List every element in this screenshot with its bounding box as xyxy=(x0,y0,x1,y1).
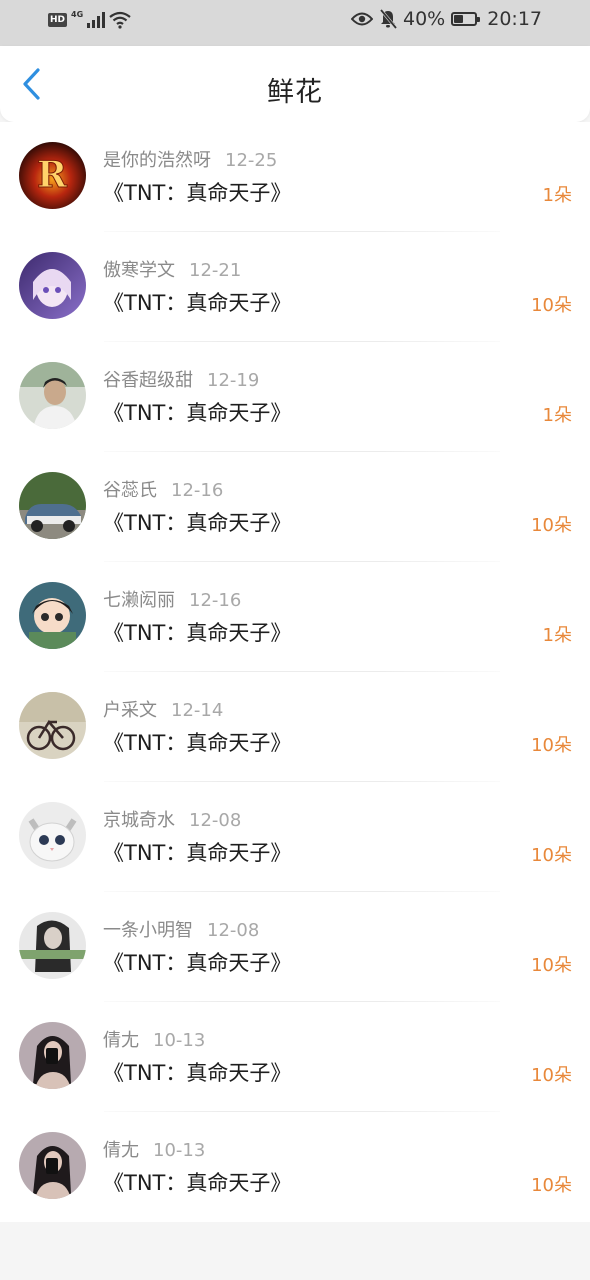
battery-level xyxy=(454,15,464,23)
sender-info: 傲寒学文 12-21 xyxy=(103,256,241,282)
avatar[interactable] xyxy=(19,802,86,869)
avatar[interactable] xyxy=(19,912,86,979)
avatar[interactable] xyxy=(19,252,86,319)
sender-info: 倩尢 10-13 xyxy=(103,1026,205,1052)
flower-count: 10朵 xyxy=(531,735,572,756)
list-item[interactable]: 谷蕊氏 12-16 《TNT：真命天子》 10朵 xyxy=(0,452,590,562)
flower-count: 10朵 xyxy=(531,515,572,536)
book-title[interactable]: 《TNT：真命天子》 xyxy=(103,397,291,427)
sender-info: 一条小明智 12-08 xyxy=(103,916,259,942)
list-item[interactable]: R 是你的浩然呀 12-25 《TNT：真命天子》 1朵 xyxy=(0,122,590,232)
status-right: 40% 20:17 xyxy=(351,8,542,30)
sender-info: 京城奇水 12-08 xyxy=(103,806,241,832)
flower-record-list: R 是你的浩然呀 12-25 《TNT：真命天子》 1朵 傲寒学文 12-21 … xyxy=(0,122,590,1222)
sender-name: 谷蕊氏 xyxy=(103,480,157,501)
page-title: 鲜花 xyxy=(267,77,323,108)
signal-icon xyxy=(87,12,106,28)
hd-badge: HD xyxy=(48,13,68,27)
clock: 20:17 xyxy=(487,8,542,30)
list-item[interactable]: 倩尢 10-13 《TNT：真命天子》 10朵 xyxy=(0,1112,590,1222)
battery-percent: 40% xyxy=(403,8,446,30)
list-item[interactable]: 一条小明智 12-08 《TNT：真命天子》 10朵 xyxy=(0,892,590,1002)
send-date: 10-13 xyxy=(153,1030,206,1051)
flower-count: 1朵 xyxy=(542,185,572,206)
avatar[interactable] xyxy=(19,472,86,539)
eye-icon xyxy=(351,12,373,26)
sender-name: 户采文 xyxy=(103,700,157,721)
sender-info: 七濑闳丽 12-16 xyxy=(103,586,241,612)
flower-count: 1朵 xyxy=(542,405,572,426)
send-date: 12-08 xyxy=(189,810,242,831)
list-item[interactable]: 谷香超级甜 12-19 《TNT：真命天子》 1朵 xyxy=(0,342,590,452)
wifi-icon xyxy=(109,11,131,29)
send-date: 12-08 xyxy=(207,920,260,941)
flower-count: 10朵 xyxy=(531,1175,572,1196)
sender-info: 户采文 12-14 xyxy=(103,696,223,722)
send-date: 12-21 xyxy=(189,260,242,281)
send-date: 12-25 xyxy=(225,150,278,171)
list-item[interactable]: 七濑闳丽 12-16 《TNT：真命天子》 1朵 xyxy=(0,562,590,672)
sender-info: 倩尢 10-13 xyxy=(103,1136,205,1162)
sender-info: 谷香超级甜 12-19 xyxy=(103,366,259,392)
flower-count: 10朵 xyxy=(531,955,572,976)
sender-info: 谷蕊氏 12-16 xyxy=(103,476,223,502)
battery-icon xyxy=(451,12,481,26)
avatar[interactable] xyxy=(19,692,86,759)
flower-count: 10朵 xyxy=(531,1065,572,1086)
book-title[interactable]: 《TNT：真命天子》 xyxy=(103,1057,291,1087)
avatar[interactable] xyxy=(19,582,86,649)
book-title[interactable]: 《TNT：真命天子》 xyxy=(103,287,291,317)
network-type: 4G xyxy=(71,9,84,19)
list-item[interactable]: 傲寒学文 12-21 《TNT：真命天子》 10朵 xyxy=(0,232,590,342)
flower-count: 10朵 xyxy=(531,295,572,316)
send-date: 12-16 xyxy=(171,480,224,501)
status-bar: HD 4G 40% 20:17 xyxy=(0,0,590,46)
sender-name: 七濑闳丽 xyxy=(103,590,175,611)
avatar[interactable] xyxy=(19,1132,86,1199)
send-date: 12-19 xyxy=(207,370,260,391)
book-title[interactable]: 《TNT：真命天子》 xyxy=(103,837,291,867)
send-date: 12-16 xyxy=(189,590,242,611)
send-date: 12-14 xyxy=(171,700,224,721)
sender-info: 是你的浩然呀 12-25 xyxy=(103,146,277,172)
sender-name: 京城奇水 xyxy=(103,810,175,831)
sender-name: 倩尢 xyxy=(103,1140,139,1161)
avatar[interactable] xyxy=(19,1022,86,1089)
flower-count: 10朵 xyxy=(531,845,572,866)
mute-bell-icon xyxy=(379,9,397,29)
sender-name: 是你的浩然呀 xyxy=(103,150,211,171)
send-date: 10-13 xyxy=(153,1140,206,1161)
status-left: HD 4G xyxy=(48,9,131,29)
book-title[interactable]: 《TNT：真命天子》 xyxy=(103,727,291,757)
book-title[interactable]: 《TNT：真命天子》 xyxy=(103,1167,291,1197)
navigation-header: 鲜花 xyxy=(0,46,590,122)
svg-text:R: R xyxy=(37,154,68,196)
book-title[interactable]: 《TNT：真命天子》 xyxy=(103,947,291,977)
list-item[interactable]: 京城奇水 12-08 《TNT：真命天子》 10朵 xyxy=(0,782,590,892)
avatar[interactable] xyxy=(19,362,86,429)
sender-name: 倩尢 xyxy=(103,1030,139,1051)
book-title[interactable]: 《TNT：真命天子》 xyxy=(103,617,291,647)
avatar[interactable]: R xyxy=(19,142,86,209)
book-title[interactable]: 《TNT：真命天子》 xyxy=(103,177,291,207)
sender-name: 一条小明智 xyxy=(103,920,193,941)
flower-count: 1朵 xyxy=(542,625,572,646)
list-item[interactable]: 倩尢 10-13 《TNT：真命天子》 10朵 xyxy=(0,1002,590,1112)
list-item[interactable]: 户采文 12-14 《TNT：真命天子》 10朵 xyxy=(0,672,590,782)
sender-name: 谷香超级甜 xyxy=(103,370,193,391)
book-title[interactable]: 《TNT：真命天子》 xyxy=(103,507,291,537)
sender-name: 傲寒学文 xyxy=(103,260,175,281)
